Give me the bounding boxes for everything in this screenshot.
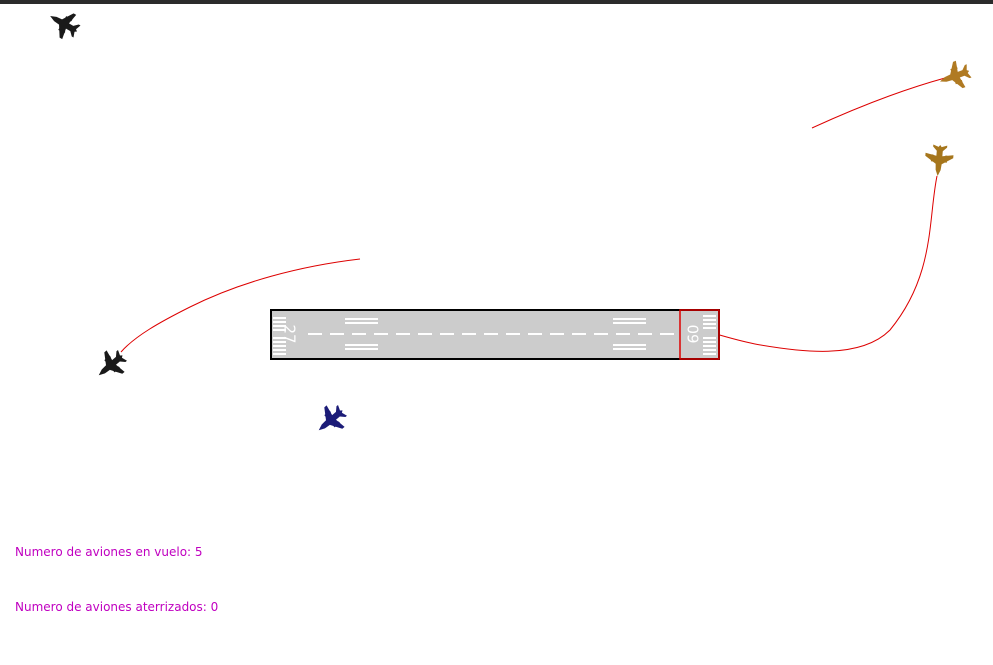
hud-landed-label: Numero de aviones aterrizados: xyxy=(15,600,207,614)
flight-path-right xyxy=(701,175,938,352)
hud-in-flight-label: Numero de aviones en vuelo: xyxy=(15,545,192,559)
hud-landed: Numero de aviones aterrizados: 0 xyxy=(15,600,218,614)
game-canvas[interactable]: 27 09 xyxy=(0,0,993,665)
hud-in-flight-count: 5 xyxy=(194,545,203,559)
runway[interactable]: 27 09 xyxy=(270,309,720,360)
aircraft-tan-2[interactable] xyxy=(923,143,955,178)
hud-landed-count: 0 xyxy=(210,600,219,614)
flight-path-top-right xyxy=(811,77,946,129)
aircraft-black-1[interactable] xyxy=(43,3,84,44)
hud-in-flight: Numero de aviones en vuelo: 5 xyxy=(15,545,203,559)
aircraft-blue[interactable] xyxy=(309,399,352,442)
runway-number-right: 09 xyxy=(684,324,702,343)
aircraft-tan-1[interactable] xyxy=(935,57,974,95)
runway-number-left: 27 xyxy=(281,324,299,343)
aircraft-black-2[interactable] xyxy=(89,344,132,387)
